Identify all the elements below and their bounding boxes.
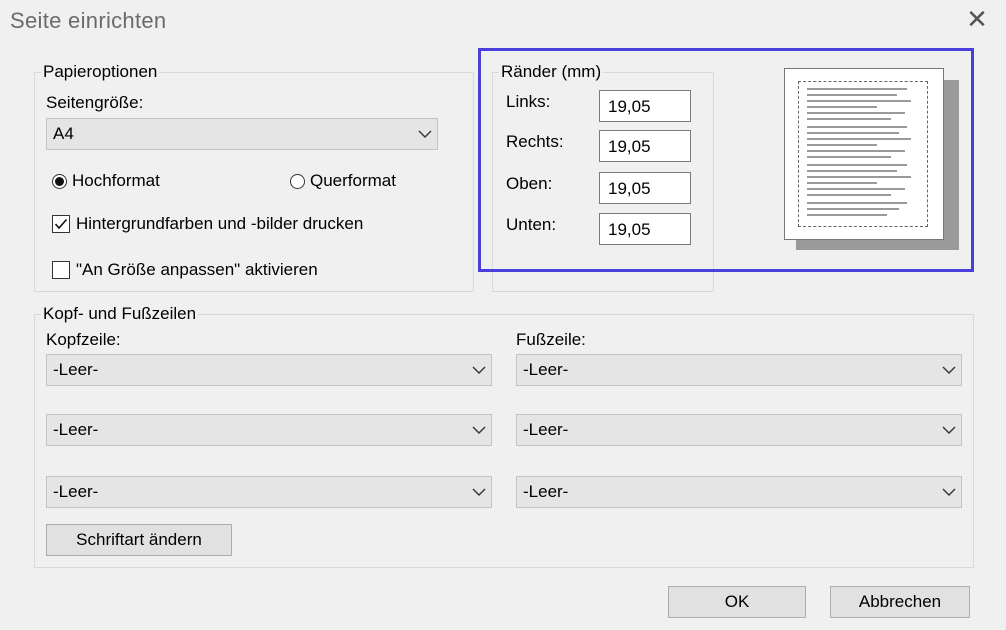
shrink-to-fit-checkbox[interactable]: "An Größe anpassen" aktivieren	[52, 260, 318, 280]
footer-select-3-value: -Leer-	[523, 482, 569, 501]
chevron-down-icon	[937, 477, 961, 507]
print-backgrounds-label: Hintergrundfarben und -bilder drucken	[76, 214, 364, 233]
footer-select-2[interactable]: -Leer-	[516, 414, 962, 446]
portrait-radio[interactable]: Hochformat	[52, 171, 160, 191]
chevron-down-icon	[413, 119, 437, 149]
cancel-button[interactable]: Abbrechen	[830, 586, 970, 618]
chevron-down-icon	[467, 477, 491, 507]
page-size-label: Seitengröße:	[46, 93, 144, 112]
shrink-to-fit-label: "An Größe anpassen" aktivieren	[76, 260, 318, 279]
page-size-value: A4	[53, 124, 74, 143]
radio-selected-icon	[52, 173, 67, 189]
margins-highlight-frame	[478, 48, 974, 272]
ok-button[interactable]: OK	[668, 586, 806, 618]
header-select-3-value: -Leer-	[53, 482, 99, 501]
chevron-down-icon	[937, 415, 961, 445]
dialog-title: Seite einrichten	[10, 8, 167, 33]
chevron-down-icon	[467, 355, 491, 385]
print-backgrounds-checkbox[interactable]: Hintergrundfarben und -bilder drucken	[52, 214, 363, 234]
header-select-2-value: -Leer-	[53, 420, 99, 439]
footer-select-1-value: -Leer-	[523, 360, 569, 379]
header-select-1[interactable]: -Leer-	[46, 354, 492, 386]
chevron-down-icon	[937, 355, 961, 385]
landscape-label: Querformat	[310, 171, 396, 190]
header-label: Kopfzeile:	[46, 330, 121, 349]
footer-label: Fußzeile:	[516, 330, 586, 349]
portrait-label: Hochformat	[72, 171, 160, 190]
page-size-select[interactable]: A4	[46, 118, 438, 150]
footer-select-1[interactable]: -Leer-	[516, 354, 962, 386]
radio-unselected-icon	[290, 173, 305, 189]
header-select-2[interactable]: -Leer-	[46, 414, 492, 446]
header-select-3[interactable]: -Leer-	[46, 476, 492, 508]
checkbox-empty-icon	[52, 261, 70, 279]
headers-footers-legend: Kopf- und Fußzeilen	[43, 304, 197, 323]
header-select-1-value: -Leer-	[53, 360, 99, 379]
footer-select-3[interactable]: -Leer-	[516, 476, 962, 508]
landscape-radio[interactable]: Querformat	[290, 171, 396, 191]
paper-options-legend: Papieroptionen	[43, 62, 158, 81]
chevron-down-icon	[467, 415, 491, 445]
footer-select-2-value: -Leer-	[523, 420, 569, 439]
change-font-button[interactable]: Schriftart ändern	[46, 524, 232, 556]
checkmark-icon	[52, 215, 70, 233]
close-icon[interactable]: ✕	[962, 4, 992, 34]
